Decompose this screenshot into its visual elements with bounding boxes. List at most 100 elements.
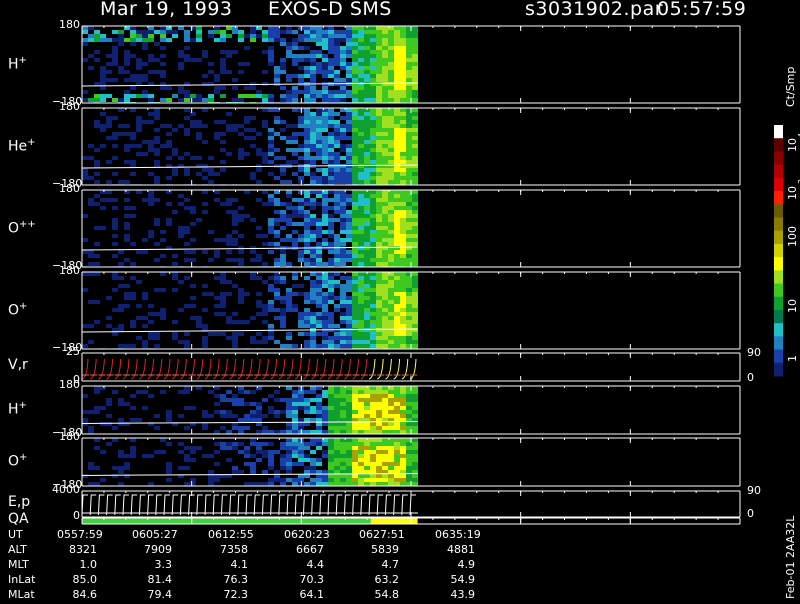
colorbar-swatch bbox=[774, 230, 783, 245]
energy-trace bbox=[155, 494, 162, 516]
velocity-trace bbox=[254, 358, 261, 380]
energy-trace bbox=[393, 494, 400, 516]
velocity-trace bbox=[327, 358, 335, 380]
orbit-row-value: 4881 bbox=[447, 543, 475, 556]
colorbar-label: 10 bbox=[786, 186, 799, 200]
colorbar-swatch bbox=[774, 323, 783, 337]
orbit-row-value: 4.4 bbox=[306, 558, 325, 571]
energy-trace bbox=[368, 494, 375, 516]
right-axis-top-tick: 90 bbox=[747, 346, 761, 359]
y-axis-top-tick: 180 bbox=[59, 182, 80, 195]
velocity-trace bbox=[180, 358, 187, 380]
velocity-trace bbox=[393, 358, 401, 380]
velocity-trace bbox=[213, 358, 220, 380]
panel-species: O bbox=[8, 302, 20, 319]
header-time: 05:57:59 bbox=[657, 0, 747, 20]
velocity-trace bbox=[336, 358, 343, 380]
energy-trace bbox=[327, 494, 334, 516]
energy-trace bbox=[311, 494, 318, 516]
orbit-row-value: 63.2 bbox=[374, 573, 400, 586]
orbit-row-value: 4.9 bbox=[457, 558, 476, 571]
energy-trace bbox=[384, 494, 392, 516]
panel-species: V,r bbox=[8, 357, 28, 373]
qa-bar-good bbox=[82, 518, 371, 524]
orbit-row-value: 85.0 bbox=[72, 573, 98, 586]
orbit-row-value: 0557:59 bbox=[57, 528, 103, 541]
orbit-row-value: 8321 bbox=[69, 543, 97, 556]
panel-species: O bbox=[8, 453, 20, 470]
spectrogram-plot bbox=[0, 0, 800, 600]
energy-trace bbox=[278, 494, 285, 516]
y-axis-top-tick: 4000 bbox=[52, 483, 80, 496]
energy-trace bbox=[294, 494, 302, 516]
colorbar-swatch bbox=[774, 270, 783, 285]
energy-trace bbox=[237, 494, 244, 516]
panel-species: E,p bbox=[8, 494, 31, 510]
panel-species: He bbox=[8, 138, 28, 155]
velocity-trace bbox=[90, 358, 97, 380]
orbit-row-name: ALT bbox=[8, 543, 27, 556]
heatmap-area bbox=[82, 190, 418, 267]
colorbar-swatch bbox=[774, 204, 783, 218]
panel-species: H bbox=[8, 401, 19, 418]
colorbar-swatch bbox=[774, 217, 783, 232]
orbit-row-value: 5839 bbox=[371, 543, 399, 556]
velocity-trace bbox=[377, 358, 384, 380]
velocity-trace bbox=[311, 358, 319, 380]
velocity-trace bbox=[155, 358, 163, 380]
panel-label: H+ bbox=[8, 400, 27, 418]
colorbar-swatch bbox=[774, 177, 783, 192]
colorbar-label: 10 bbox=[786, 138, 799, 152]
velocity-trace bbox=[204, 358, 212, 380]
energy-trace bbox=[81, 494, 88, 516]
energy-trace bbox=[319, 494, 326, 516]
colorbar-swatch bbox=[774, 138, 783, 152]
energy-trace bbox=[179, 494, 187, 516]
header-mission: EXOS-D SMS bbox=[268, 0, 392, 20]
y-axis-top-tick: 180 bbox=[59, 378, 80, 391]
velocity-trace bbox=[385, 358, 392, 380]
orbit-row-value: 0612:55 bbox=[208, 528, 254, 541]
orbit-row-value: 76.3 bbox=[223, 573, 249, 586]
velocity-trace bbox=[114, 358, 122, 380]
energy-trace bbox=[114, 494, 121, 516]
velocity-trace bbox=[295, 358, 302, 380]
colorbar-swatch bbox=[774, 296, 783, 311]
energy-trace bbox=[212, 494, 220, 516]
orbit-row-value: 0620:23 bbox=[284, 528, 330, 541]
velocity-trace bbox=[270, 358, 278, 380]
heatmap-area bbox=[82, 272, 418, 349]
velocity-trace bbox=[106, 358, 114, 380]
right-axis-bottom-tick: 0 bbox=[747, 371, 754, 384]
energy-trace bbox=[376, 494, 384, 516]
velocity-trace bbox=[303, 358, 310, 380]
energy-trace bbox=[147, 494, 154, 516]
velocity-trace bbox=[344, 358, 351, 380]
energy-trace bbox=[138, 494, 146, 516]
orbit-row-value: 54.9 bbox=[450, 573, 476, 586]
energy-trace bbox=[335, 494, 343, 516]
colorbar-label: 10 bbox=[786, 299, 799, 313]
panel-label: O+ bbox=[8, 452, 27, 470]
panel-charge: + bbox=[19, 452, 28, 463]
panel-label: O+ bbox=[8, 301, 27, 319]
energy-trace bbox=[245, 494, 252, 516]
header-date: Mar 19, 1993 bbox=[100, 0, 233, 20]
velocity-trace bbox=[319, 358, 327, 380]
energy-trace bbox=[122, 494, 129, 516]
heatmap-area bbox=[82, 26, 418, 103]
energy-trace bbox=[106, 494, 113, 516]
velocity-trace bbox=[352, 358, 360, 380]
energy-trace bbox=[97, 494, 105, 516]
y-axis-bottom-tick: 0 bbox=[73, 509, 80, 522]
right-axis-top-tick: 90 bbox=[747, 484, 761, 497]
energy-trace bbox=[229, 494, 236, 516]
energy-trace bbox=[89, 494, 97, 516]
energy-trace bbox=[401, 494, 408, 516]
orbit-row-value: 81.4 bbox=[147, 573, 173, 586]
energy-trace bbox=[253, 494, 261, 516]
colorbar-swatch bbox=[774, 243, 783, 258]
velocity-trace bbox=[147, 358, 155, 380]
panel-label: O++ bbox=[8, 219, 36, 237]
panel-species: O bbox=[8, 220, 20, 237]
